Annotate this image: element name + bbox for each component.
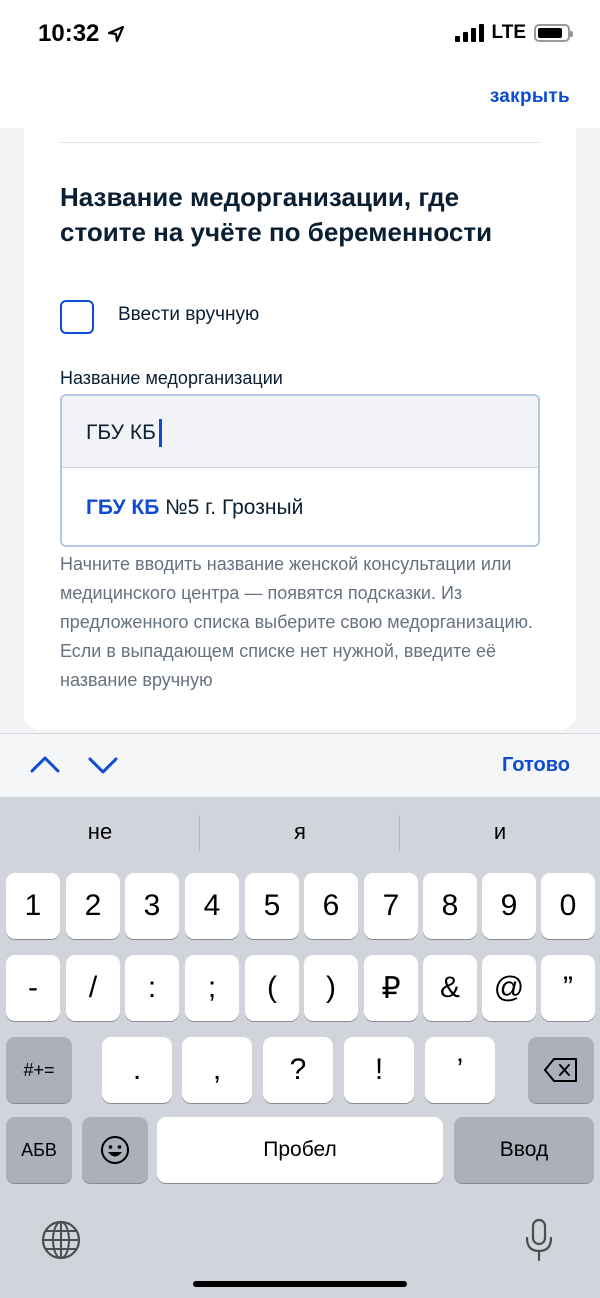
status-bar: 10:32 LTE xyxy=(0,0,600,66)
microphone-icon[interactable] xyxy=(522,1217,556,1263)
key[interactable]: 5 xyxy=(245,873,299,939)
key[interactable]: & xyxy=(423,955,477,1021)
home-indicator xyxy=(193,1281,407,1287)
suggestion-match: ГБУ КБ xyxy=(86,496,160,519)
form-card: Название медорганизации, где стоите на у… xyxy=(24,124,576,730)
status-time: 10:32 xyxy=(38,20,100,47)
key[interactable]: 2 xyxy=(66,873,120,939)
key[interactable]: 6 xyxy=(304,873,358,939)
done-button[interactable]: Готово xyxy=(502,754,570,777)
org-field-label: Название медорганизации xyxy=(60,368,283,388)
suggestion-item[interactable]: ГБУ КБ №5 г. Грозный xyxy=(62,468,538,545)
divider xyxy=(60,142,540,143)
chevron-up-icon[interactable] xyxy=(28,750,62,780)
chevron-down-icon[interactable] xyxy=(86,750,120,780)
key[interactable]: 1 xyxy=(6,873,60,939)
keyboard-accessory-bar: Готово xyxy=(0,733,600,797)
manual-entry-label[interactable]: Ввести вручную xyxy=(118,304,259,326)
key[interactable]: : xyxy=(125,955,179,1021)
question-title: Название медорганизации, где стоите на у… xyxy=(60,182,493,247)
key[interactable]: 9 xyxy=(482,873,536,939)
prediction-item[interactable]: и xyxy=(400,819,600,845)
org-combobox: ГБУ КБ ГБУ КБ №5 г. Грозный xyxy=(60,394,540,547)
key[interactable]: 4 xyxy=(185,873,239,939)
key[interactable]: ; xyxy=(185,955,239,1021)
backspace-icon xyxy=(544,1058,577,1082)
close-button[interactable]: закрыть xyxy=(490,86,570,108)
status-time-group: 10:32 xyxy=(38,20,125,48)
network-type: LTE xyxy=(491,22,526,43)
key[interactable]: ) xyxy=(304,955,358,1021)
prediction-item[interactable]: я xyxy=(200,819,400,845)
battery-icon xyxy=(534,24,573,42)
key[interactable]: 7 xyxy=(364,873,418,939)
emoji-icon xyxy=(101,1136,129,1164)
backspace-key[interactable] xyxy=(528,1037,594,1103)
abc-key[interactable]: АБВ xyxy=(6,1117,72,1183)
top-header: закрыть xyxy=(0,66,600,128)
status-right-group: LTE xyxy=(454,22,573,44)
suggestion-rest: №5 г. Грозный xyxy=(159,496,304,519)
location-arrow-icon xyxy=(108,25,125,43)
emoji-key[interactable] xyxy=(82,1117,148,1183)
prediction-bar: не я и xyxy=(0,797,600,869)
space-key[interactable]: Пробел xyxy=(157,1117,443,1183)
org-search-input[interactable]: ГБУ КБ xyxy=(62,396,538,468)
key[interactable]: ’ xyxy=(425,1037,495,1103)
key[interactable]: @ xyxy=(482,955,536,1021)
manual-entry-checkbox[interactable] xyxy=(60,300,94,334)
org-input-value: ГБУ КБ xyxy=(86,421,156,444)
key[interactable]: 0 xyxy=(541,873,595,939)
text-caret xyxy=(158,419,162,447)
symbols-key[interactable]: #+= xyxy=(6,1037,72,1103)
key[interactable]: ? xyxy=(263,1037,333,1103)
key[interactable]: , xyxy=(182,1037,252,1103)
key[interactable]: ! xyxy=(344,1037,414,1103)
key[interactable]: - xyxy=(6,955,60,1021)
globe-icon[interactable] xyxy=(40,1219,82,1261)
prediction-item[interactable]: не xyxy=(0,819,200,845)
key[interactable]: / xyxy=(66,955,120,1021)
key[interactable]: 3 xyxy=(125,873,179,939)
key[interactable]: . xyxy=(102,1037,172,1103)
key[interactable]: ( xyxy=(245,955,299,1021)
key[interactable]: ₽ xyxy=(364,955,418,1021)
signal-bars-icon xyxy=(454,24,484,42)
key[interactable]: 8 xyxy=(423,873,477,939)
keyboard: не я и 1 2 3 4 5 6 7 8 9 0 - / : ; ( ) ₽… xyxy=(0,797,600,1298)
field-hint: Начните вводить название женской консуль… xyxy=(60,554,534,690)
key[interactable]: ” xyxy=(541,955,595,1021)
return-key[interactable]: Ввод xyxy=(454,1117,594,1183)
